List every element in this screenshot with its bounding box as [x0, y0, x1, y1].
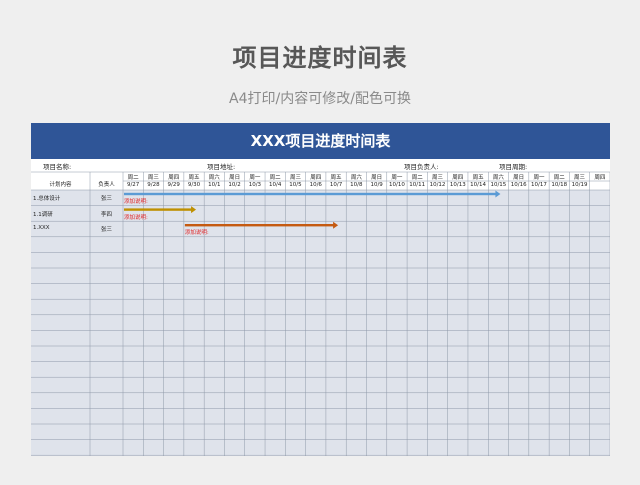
task-bar	[184, 224, 335, 227]
date-header: 9/28	[147, 182, 160, 188]
weekday-header: 周日	[229, 175, 241, 181]
date-header: 10/7	[329, 182, 343, 188]
date-header: 10/11	[409, 182, 426, 188]
task-owner: 张三	[100, 196, 112, 202]
weekday-header: 周三	[289, 175, 301, 181]
date-header: 10/15	[490, 182, 507, 188]
task-name: 1.1调研	[33, 211, 53, 218]
task-owner: 张三	[100, 227, 112, 234]
weekday-header: 周四	[310, 175, 322, 181]
weekday-header: 周一	[533, 175, 545, 181]
task-note: 添加说明:	[124, 214, 148, 221]
weekday-header: 周一	[391, 175, 403, 181]
weekday-header: 周二	[411, 175, 423, 181]
date-header: 10/4	[268, 182, 282, 188]
task-name: 1.XXX	[33, 225, 50, 232]
weekday-header: 周五	[330, 175, 342, 181]
date-header: 10/16	[510, 182, 527, 188]
weekday-header: 周四	[594, 175, 606, 181]
date-header: 10/17	[531, 182, 547, 188]
weekday-header: 周三	[574, 175, 586, 181]
weekday-header: 周二	[553, 175, 565, 181]
date-header: 10/18	[551, 182, 568, 188]
date-header: 10/2	[228, 182, 241, 188]
weekday-header: 周四	[168, 175, 180, 181]
date-header: 10/19	[571, 182, 588, 188]
page-subtitle: A4打印/内容可修改/配色可换	[229, 91, 411, 107]
task-owner: 李四	[100, 211, 112, 218]
weekday-header: 周六	[350, 175, 362, 181]
task-note: 添加说明:	[124, 199, 148, 205]
date-header: 10/1	[208, 182, 221, 188]
date-header: 10/8	[350, 182, 363, 188]
weekday-header: 周日	[371, 175, 383, 181]
header-owner: 负责人	[98, 182, 115, 188]
weekday-header: 周一	[249, 175, 261, 181]
weekday-header: 周四	[452, 175, 464, 181]
date-header: 10/10	[388, 182, 405, 188]
date-header: 9/29	[167, 182, 180, 188]
weekday-header: 周三	[432, 175, 444, 181]
weekday-header: 周六	[492, 175, 504, 181]
weekday-header: 周五	[188, 175, 200, 181]
weekday-header: 周二	[269, 175, 281, 181]
task-bar	[124, 208, 193, 211]
date-header: 10/5	[289, 182, 302, 188]
date-header: 10/12	[429, 182, 446, 188]
weekday-header: 周三	[147, 175, 159, 181]
page-title: 项目进度时间表	[232, 44, 408, 72]
date-header: 9/30	[187, 182, 201, 188]
date-header: 9/27	[126, 182, 140, 188]
task-name: 1.总体设计	[33, 196, 61, 202]
weekday-header: 周日	[513, 175, 525, 181]
date-header: 10/3	[248, 182, 262, 188]
task-note: 添加说明:	[184, 230, 209, 237]
weekday-header: 周二	[127, 175, 139, 181]
date-header: 10/9	[370, 182, 383, 188]
task-bar	[124, 192, 497, 196]
date-header: 10/14	[470, 182, 487, 188]
date-header: 10/6	[309, 182, 322, 188]
date-header: 10/13	[449, 182, 466, 188]
header-plan: 计划内容	[49, 182, 72, 188]
weekday-header: 周六	[208, 175, 220, 181]
schedule-sheet: XXX项目进度时间表 项目名称: 项目地址: 项目负责人: 项目周期: 计划内容…	[31, 123, 610, 456]
weekday-header: 周五	[472, 175, 484, 181]
